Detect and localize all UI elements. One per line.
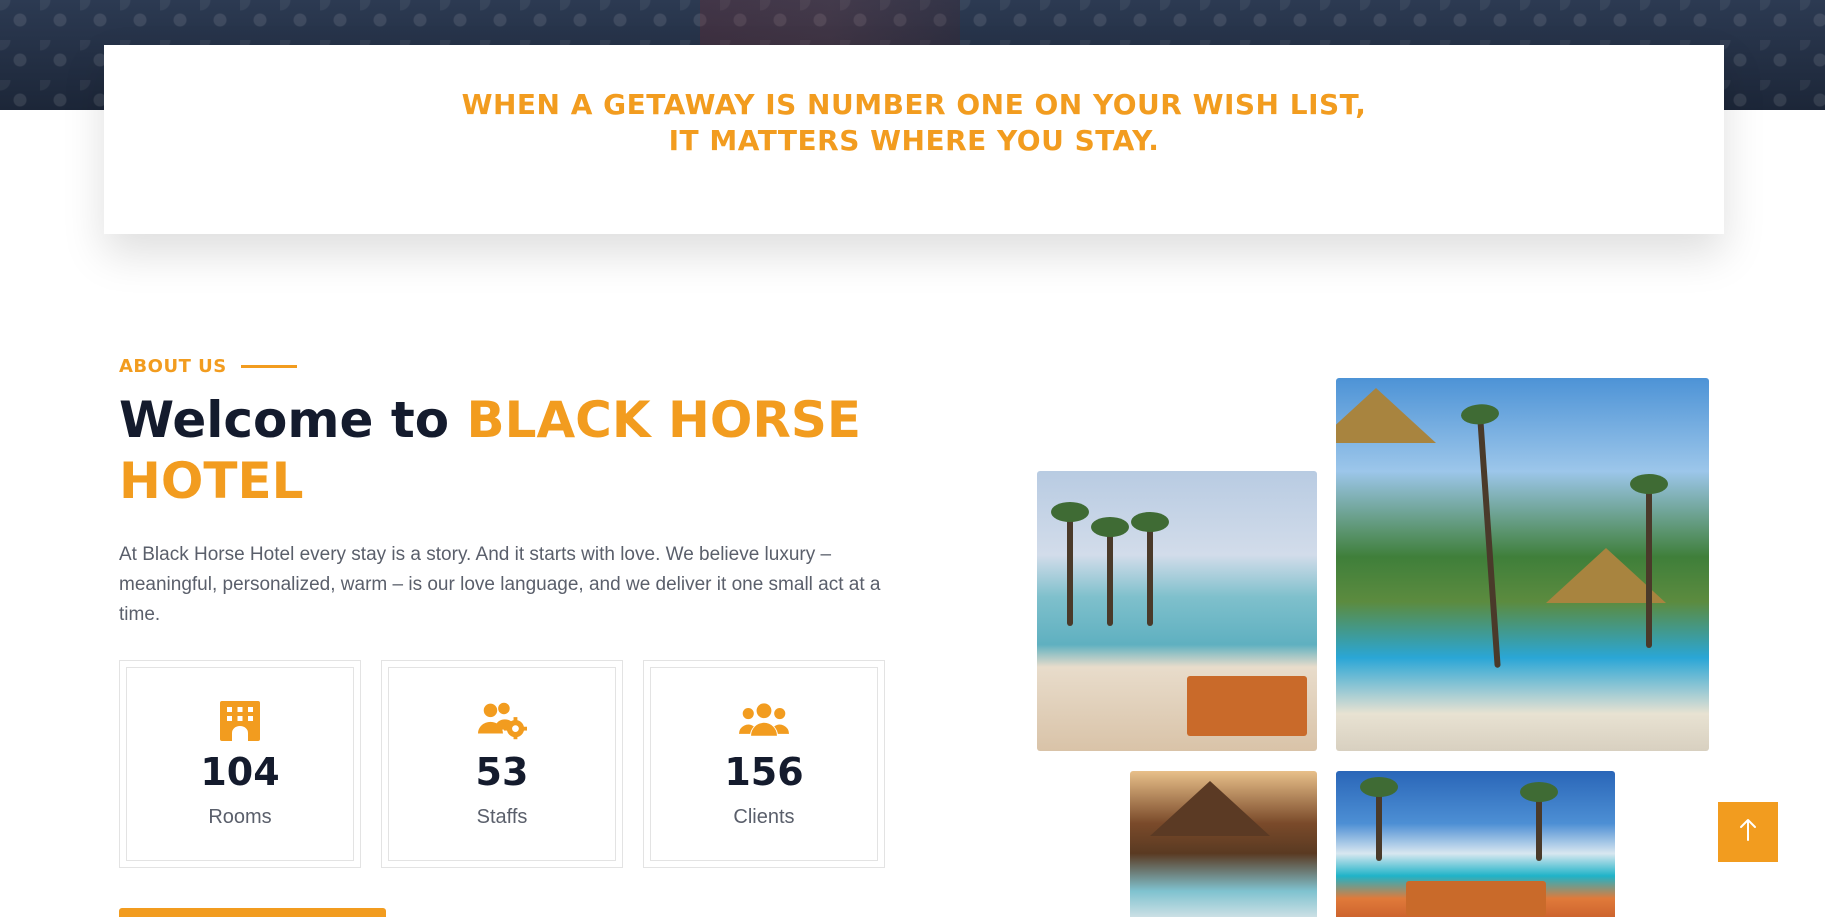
back-to-top-button[interactable] [1718, 802, 1778, 862]
tagline-card: WHEN A GETAWAY IS NUMBER ONE ON YOUR WIS… [104, 45, 1724, 234]
welcome-heading: Welcome to BLACK HORSE HOTEL [119, 390, 919, 512]
stat-value: 53 [475, 750, 529, 794]
building-icon [215, 698, 265, 742]
lakeside-cabin-photo [1130, 771, 1317, 917]
welcome-heading-prefix: Welcome to [119, 391, 450, 449]
tagline-line-1: WHEN A GETAWAY IS NUMBER ONE ON YOUR WIS… [461, 88, 1367, 121]
stat-card-rooms: 104 Rooms [119, 660, 361, 868]
pool-woman-photo [1037, 471, 1317, 751]
stat-card-clients: 156 Clients [643, 660, 885, 868]
staff-gear-icon [477, 698, 527, 742]
eyebrow-divider [240, 365, 297, 368]
stat-label: Rooms [208, 806, 272, 828]
arrow-up-icon [1739, 818, 1757, 847]
stat-card-staffs: 53 Staffs [381, 660, 623, 868]
about-description: At Black Horse Hotel every stay is a sto… [119, 544, 881, 625]
poolside-lounge-photo [1336, 771, 1615, 917]
stat-label: Staffs [476, 806, 528, 828]
stats-row: 104 Rooms 53 Staffs 156 Clients [119, 660, 885, 868]
about-eyebrow: ABOUT US [119, 356, 297, 377]
users-group-icon [739, 698, 789, 742]
about-eyebrow-label: ABOUT US [119, 356, 227, 377]
resort-pool-photo [1336, 378, 1709, 751]
tagline-line-2: IT MATTERS WHERE YOU STAY. [668, 124, 1160, 157]
about-cta-button[interactable] [119, 908, 386, 917]
stat-value: 156 [724, 750, 804, 794]
stat-value: 104 [200, 750, 280, 794]
stat-label: Clients [733, 806, 795, 828]
